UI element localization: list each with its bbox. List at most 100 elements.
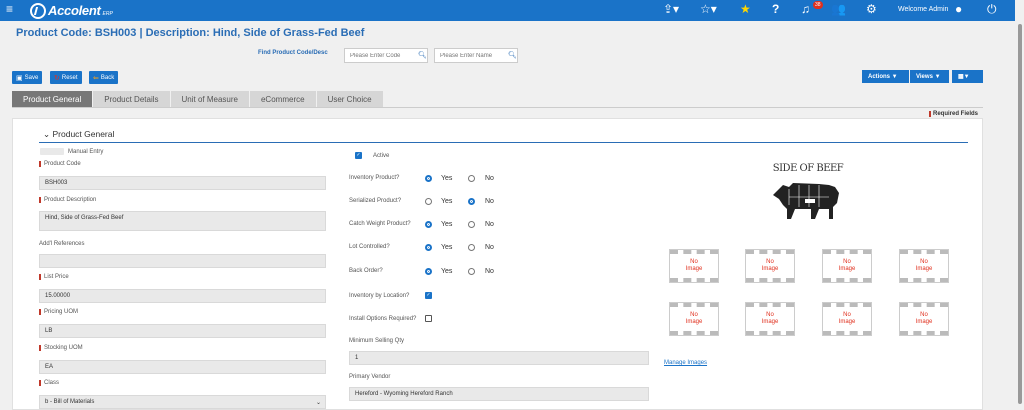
notification-badge: 38 [813,1,823,9]
image-slot[interactable]: No Image [669,302,719,336]
image-slot[interactable]: No Image [669,249,719,283]
image-slot[interactable]: No Image [745,302,795,336]
manual-entry-label: Manual Entry [68,149,104,155]
no-label: No [485,198,494,205]
tab-product-details[interactable]: Product Details [93,91,170,107]
gear-icon[interactable]: ⚙ [866,2,877,16]
min-selling-label: Minimum Selling Qty [349,338,405,344]
addl-ref-field[interactable] [39,254,326,268]
product-code-label: Product Code [39,161,81,167]
scrollbar-thumb[interactable] [1018,24,1022,404]
stocking-uom-label: Stocking UOM [39,345,83,351]
actions-menu-button[interactable]: Actions ▼ [862,70,909,83]
lot-controlled-label: Lot Controlled? [349,244,390,250]
welcome-text[interactable]: Welcome Admin [898,6,948,13]
image-slot[interactable]: No Image [822,249,872,283]
class-label: Class [39,380,59,386]
tab-user-choice[interactable]: User Choice [316,91,383,107]
tab-unit-of-measure[interactable]: Unit of Measure [170,91,249,107]
star-icon[interactable]: ★ [740,2,751,16]
code-search-input[interactable] [344,48,428,63]
list-price-field[interactable]: 15.00000 [39,289,326,303]
inventory-product-yes-radio[interactable] [425,175,432,182]
lot-controlled-no-radio[interactable] [468,244,475,251]
list-price-label: List Price [39,274,69,280]
pricing-uom-field[interactable]: LB [39,324,326,338]
top-navbar: ≡ Accolent ERP ⇪▾ ☆▾ ★ ? ♫ 38 👥 ⚙ Welcom… [0,0,1015,21]
product-general-panel: ⌄ Product General Manual Entry Product C… [12,118,983,410]
required-fields-note: Required Fields [929,111,978,117]
no-label: No [485,175,494,182]
user-icon[interactable]: ● [955,2,962,16]
bell-icon[interactable]: ♫ [801,2,810,16]
active-label: Active [373,153,390,159]
image-caption: SIDE OF BEEF [772,163,844,174]
views-menu-button[interactable]: Views ▼ [910,70,949,83]
back-order-no-radio[interactable] [468,268,475,275]
page-title: Product Code: BSH003 | Description: Hind… [16,27,365,39]
image-slot[interactable]: No Image [745,249,795,283]
tab-ecommerce[interactable]: eCommerce [249,91,316,107]
back-order-label: Back Order? [349,268,383,274]
save-button[interactable]: ▣ Save [12,71,43,84]
manual-entry-toggle[interactable] [40,148,64,155]
chevron-down-icon: ⌄ [315,399,321,406]
inv-by-location-checkbox[interactable]: ✓ [425,292,432,299]
inventory-product-no-radio[interactable] [468,175,475,182]
product-desc-field[interactable]: Hind, Side of Grass-Fed Beef [39,211,326,231]
manage-images-link[interactable]: Manage Images [664,360,707,366]
yes-label: Yes [441,198,453,205]
app-logo[interactable]: Accolent ERP [30,2,113,19]
serialized-product-label: Serialized Product? [349,198,402,204]
tab-divider [12,107,983,108]
catch-weight-no-radio[interactable] [468,221,475,228]
name-search-input[interactable] [434,48,518,63]
install-options-label: Install Options Required? [349,316,417,322]
tab-product-general[interactable]: Product General [12,91,93,107]
search-icon[interactable]: 🔍︎ [418,51,427,59]
tab-bar: Product General Product Details Unit of … [12,91,384,107]
lot-controlled-yes-radio[interactable] [425,244,432,251]
power-icon[interactable]: ⏻ [987,2,997,17]
no-label: No [485,268,494,275]
section-header[interactable]: ⌄ Product General [43,129,114,140]
product-image[interactable]: SIDE OF BEEF [763,161,853,233]
no-label: No [485,221,494,228]
beef-silhouette-icon [773,183,839,219]
image-slot[interactable]: No Image [899,249,949,283]
min-selling-field[interactable]: 1 [349,351,649,365]
yes-label: Yes [441,175,453,182]
serialized-product-yes-radio[interactable] [425,198,432,205]
save-icon: ▣ [16,74,23,82]
serialized-product-no-radio[interactable] [468,198,475,205]
users-icon[interactable]: 👥 [831,2,846,16]
install-options-checkbox[interactable] [425,315,432,322]
stocking-uom-field[interactable]: EA [39,360,326,374]
back-icon: ⇐ [93,74,99,82]
primary-vendor-label: Primary Vendor [349,374,391,380]
logo-text: Accolent [48,3,101,18]
catch-weight-label: Catch Weight Product? [349,221,411,227]
no-label: No [485,244,494,251]
reset-button[interactable]: ↻ Reset [50,71,82,84]
star-outline-icon[interactable]: ☆▾ [700,2,717,16]
logo-suffix: ERP [102,10,113,17]
image-slot[interactable]: No Image [822,302,872,336]
share-icon[interactable]: ⇪▾ [663,2,679,16]
search-icon[interactable]: 🔍︎ [508,51,517,59]
back-button[interactable]: ⇐ Back [89,71,119,84]
pricing-uom-label: Pricing UOM [39,309,78,315]
addl-ref-label: Add'l References [39,241,85,247]
grid-menu-button[interactable]: ▦ ▼ [952,70,983,83]
back-order-yes-radio[interactable] [425,268,432,275]
image-slot[interactable]: No Image [899,302,949,336]
primary-vendor-field[interactable]: Hereford - Wyoming Hereford Ranch [349,387,649,401]
help-icon[interactable]: ? [772,2,779,16]
class-select[interactable]: b - Bill of Materials ⌄ [39,395,326,409]
product-code-field[interactable]: BSH003 [39,176,326,190]
menu-icon[interactable]: ≡ [6,2,13,16]
catch-weight-yes-radio[interactable] [425,221,432,228]
reset-icon: ↻ [54,74,60,82]
active-checkbox[interactable]: ✓ [355,152,362,159]
yes-label: Yes [441,221,453,228]
